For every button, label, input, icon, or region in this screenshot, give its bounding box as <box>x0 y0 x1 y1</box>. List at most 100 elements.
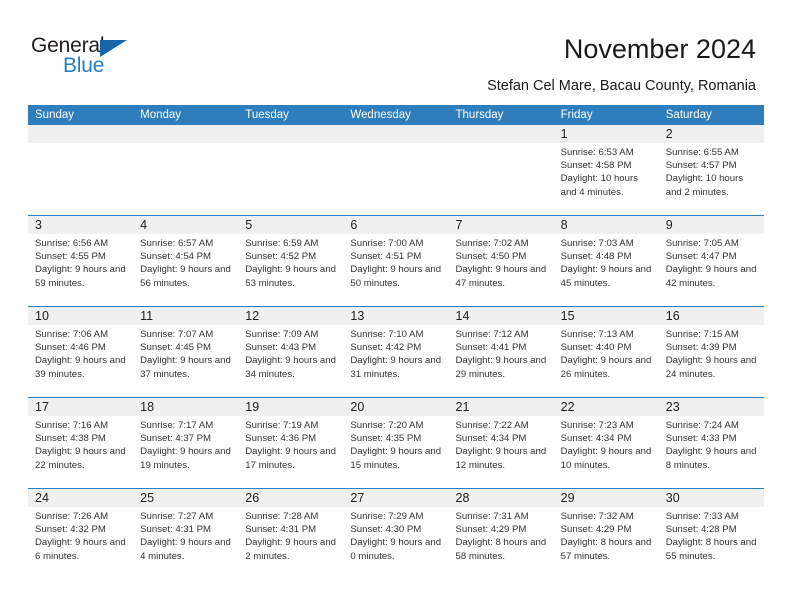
weekday-header-thursday: Thursday <box>455 109 504 121</box>
calendar-day-cell-empty <box>238 125 344 215</box>
calendar-day-cell[interactable]: 7 Sunrise: 7:02 AM Sunset: 4:50 PM Daylight… <box>448 216 554 306</box>
calendar-day-cell[interactable]: 1 Sunrise: 6:53 AM Sunset: 4:58 PM Daylight… <box>553 125 659 215</box>
daylight-text: Daylight: 8 hours and 57 minutes. <box>560 537 652 562</box>
day-details: Sunrise: 7:33 AM Sunset: 4:28 PM Daylight:… <box>659 507 764 563</box>
sunset-text: Sunset: 4:31 PM <box>140 524 212 536</box>
sunrise-text: Sunrise: 7:16 AM <box>35 420 109 431</box>
calendar-day-cell[interactable]: 14 Sunrise: 7:12 AM Sunset: 4:41 PM Dayligh… <box>448 307 554 397</box>
day-number: 29 <box>560 491 575 505</box>
calendar-day-cell[interactable]: 11 Sunrise: 7:07 AM Sunset: 4:45 PM Dayligh… <box>133 307 239 397</box>
calendar-day-cell[interactable]: 8 Sunrise: 7:03 AM Sunset: 4:48 PM Daylight… <box>553 216 659 306</box>
calendar-day-cell[interactable]: 15 Sunrise: 7:13 AM Sunset: 4:40 PM Dayligh… <box>553 307 659 397</box>
calendar-day-cell[interactable]: 29 Sunrise: 7:32 AM Sunset: 4:29 PM Dayligh… <box>553 489 659 579</box>
day-number-band: 24 <box>28 489 134 507</box>
sunrise-text: Sunrise: 7:00 AM <box>350 238 424 249</box>
sunrise-text: Sunrise: 7:06 AM <box>35 329 109 340</box>
sunset-text: Sunset: 4:48 PM <box>560 251 632 263</box>
day-details: Sunrise: 7:10 AM Sunset: 4:42 PM Daylight:… <box>343 325 448 381</box>
day-number: 14 <box>455 309 470 323</box>
calendar-day-cell[interactable]: 19 Sunrise: 7:19 AM Sunset: 4:36 PM Dayligh… <box>238 398 344 488</box>
daylight-text: Daylight: 9 hours and 6 minutes. <box>35 537 126 562</box>
calendar-day-cell[interactable]: 12 Sunrise: 7:09 AM Sunset: 4:43 PM Dayligh… <box>238 307 344 397</box>
calendar-day-cell[interactable]: 4 Sunrise: 6:57 AM Sunset: 4:54 PM Daylight… <box>133 216 239 306</box>
weekday-header-monday: Monday <box>140 109 182 121</box>
sunrise-text: Sunrise: 7:24 AM <box>665 420 739 431</box>
calendar-day-cell[interactable]: 20 Sunrise: 7:20 AM Sunset: 4:35 PM Dayligh… <box>343 398 449 488</box>
sunset-text: Sunset: 4:55 PM <box>35 251 106 263</box>
day-number-band: 23 <box>658 398 764 416</box>
day-number: 17 <box>35 400 49 414</box>
day-number-band: 7 <box>448 216 554 234</box>
sunset-text: Sunset: 4:32 PM <box>35 524 106 536</box>
sunrise-text: Sunrise: 7:15 AM <box>665 329 739 340</box>
daylight-text: Daylight: 10 hours and 4 minutes. <box>560 173 638 198</box>
day-details: Sunrise: 7:03 AM Sunset: 4:48 PM Daylight:… <box>554 234 659 290</box>
day-details: Sunrise: 7:12 AM Sunset: 4:41 PM Daylight:… <box>449 325 554 381</box>
page-title: November 2024 <box>563 34 756 64</box>
day-number: 10 <box>35 309 49 323</box>
sunset-text: Sunset: 4:50 PM <box>455 251 527 263</box>
calendar-day-cell[interactable]: 10 Sunrise: 7:06 AM Sunset: 4:46 PM Dayligh… <box>28 307 134 397</box>
calendar-day-cell[interactable]: 18 Sunrise: 7:17 AM Sunset: 4:37 PM Dayligh… <box>133 398 239 488</box>
sunset-text: Sunset: 4:37 PM <box>140 433 212 445</box>
calendar-weeks: 1 Sunrise: 6:53 AM Sunset: 4:58 PM Daylight… <box>28 125 764 579</box>
general-blue-logo[interactable]: General Blue <box>31 34 211 82</box>
day-number: 4 <box>140 218 148 232</box>
sunrise-text: Sunrise: 7:07 AM <box>140 329 214 340</box>
calendar-day-cell[interactable]: 22 Sunrise: 7:23 AM Sunset: 4:34 PM Dayligh… <box>553 398 659 488</box>
sunset-text: Sunset: 4:28 PM <box>665 524 737 536</box>
daylight-text: Daylight: 9 hours and 19 minutes. <box>140 446 231 471</box>
daylight-text: Daylight: 8 hours and 58 minutes. <box>455 537 547 562</box>
daylight-text: Daylight: 10 hours and 2 minutes. <box>665 173 744 198</box>
calendar-week-row: 3 Sunrise: 6:56 AM Sunset: 4:55 PM Daylight… <box>28 215 764 306</box>
calendar-day-cell[interactable]: 17 Sunrise: 7:16 AM Sunset: 4:38 PM Dayligh… <box>28 398 134 488</box>
calendar-day-cell[interactable]: 3 Sunrise: 6:56 AM Sunset: 4:55 PM Daylight… <box>28 216 134 306</box>
calendar-day-cell[interactable]: 30 Sunrise: 7:33 AM Sunset: 4:28 PM Dayligh… <box>658 489 764 579</box>
weekday-header-sunday: Sunday <box>35 109 75 121</box>
page-subtitle: Stefan Cel Mare, Bacau County, Romania <box>487 78 756 94</box>
day-number-band <box>343 125 449 143</box>
sunset-text: Sunset: 4:38 PM <box>35 433 106 445</box>
sunset-text: Sunset: 4:31 PM <box>245 524 317 536</box>
calendar-day-cell[interactable]: 6 Sunrise: 7:00 AM Sunset: 4:51 PM Daylight… <box>343 216 449 306</box>
day-number-band: 27 <box>343 489 449 507</box>
calendar-day-cell[interactable]: 24 Sunrise: 7:26 AM Sunset: 4:32 PM Dayligh… <box>28 489 134 579</box>
day-details: Sunrise: 7:22 AM Sunset: 4:34 PM Daylight:… <box>449 416 554 472</box>
day-number-band: 10 <box>28 307 134 325</box>
sunrise-text: Sunrise: 7:20 AM <box>350 420 424 431</box>
sunrise-text: Sunrise: 7:17 AM <box>140 420 214 431</box>
daylight-text: Daylight: 9 hours and 26 minutes. <box>560 355 652 380</box>
sunset-text: Sunset: 4:36 PM <box>245 433 317 445</box>
sunset-text: Sunset: 4:33 PM <box>665 433 737 445</box>
calendar-day-cell[interactable]: 5 Sunrise: 6:59 AM Sunset: 4:52 PM Daylight… <box>238 216 344 306</box>
day-number: 15 <box>560 309 575 323</box>
day-number-band: 28 <box>448 489 554 507</box>
calendar-day-cell-empty <box>28 125 134 215</box>
sunset-text: Sunset: 4:34 PM <box>560 433 632 445</box>
daylight-text: Daylight: 9 hours and 42 minutes. <box>665 264 757 289</box>
sunrise-text: Sunrise: 7:28 AM <box>245 511 319 522</box>
calendar-day-cell[interactable]: 2 Sunrise: 6:55 AM Sunset: 4:57 PM Daylight… <box>658 125 764 215</box>
sunrise-text: Sunrise: 6:59 AM <box>245 238 319 249</box>
calendar-day-cell[interactable]: 26 Sunrise: 7:28 AM Sunset: 4:31 PM Dayligh… <box>238 489 344 579</box>
calendar-day-cell[interactable]: 16 Sunrise: 7:15 AM Sunset: 4:39 PM Dayligh… <box>658 307 764 397</box>
calendar-day-cell[interactable]: 28 Sunrise: 7:31 AM Sunset: 4:29 PM Dayligh… <box>448 489 554 579</box>
day-details: Sunrise: 7:23 AM Sunset: 4:34 PM Daylight:… <box>554 416 659 472</box>
daylight-text: Daylight: 9 hours and 53 minutes. <box>245 264 336 289</box>
calendar-day-cell[interactable]: 21 Sunrise: 7:22 AM Sunset: 4:34 PM Dayligh… <box>448 398 554 488</box>
day-details: Sunrise: 7:15 AM Sunset: 4:39 PM Daylight:… <box>659 325 764 381</box>
daylight-text: Daylight: 9 hours and 22 minutes. <box>35 446 126 471</box>
sunset-text: Sunset: 4:52 PM <box>245 251 317 263</box>
sunset-text: Sunset: 4:54 PM <box>140 251 212 263</box>
sunset-text: Sunset: 4:58 PM <box>560 160 632 172</box>
calendar-day-cell[interactable]: 25 Sunrise: 7:27 AM Sunset: 4:31 PM Dayligh… <box>133 489 239 579</box>
calendar-day-cell[interactable]: 27 Sunrise: 7:29 AM Sunset: 4:30 PM Dayligh… <box>343 489 449 579</box>
calendar-day-cell[interactable]: 13 Sunrise: 7:10 AM Sunset: 4:42 PM Dayligh… <box>343 307 449 397</box>
calendar-week-row: 17 Sunrise: 7:16 AM Sunset: 4:38 PM Dayligh… <box>28 397 764 488</box>
calendar-day-cell[interactable]: 23 Sunrise: 7:24 AM Sunset: 4:33 PM Dayligh… <box>658 398 764 488</box>
day-details: Sunrise: 7:32 AM Sunset: 4:29 PM Daylight:… <box>554 507 659 563</box>
sunset-text: Sunset: 4:30 PM <box>350 524 422 536</box>
day-number: 30 <box>665 491 680 505</box>
daylight-text: Daylight: 9 hours and 50 minutes. <box>350 264 442 289</box>
calendar-day-cell[interactable]: 9 Sunrise: 7:05 AM Sunset: 4:47 PM Daylight… <box>658 216 764 306</box>
